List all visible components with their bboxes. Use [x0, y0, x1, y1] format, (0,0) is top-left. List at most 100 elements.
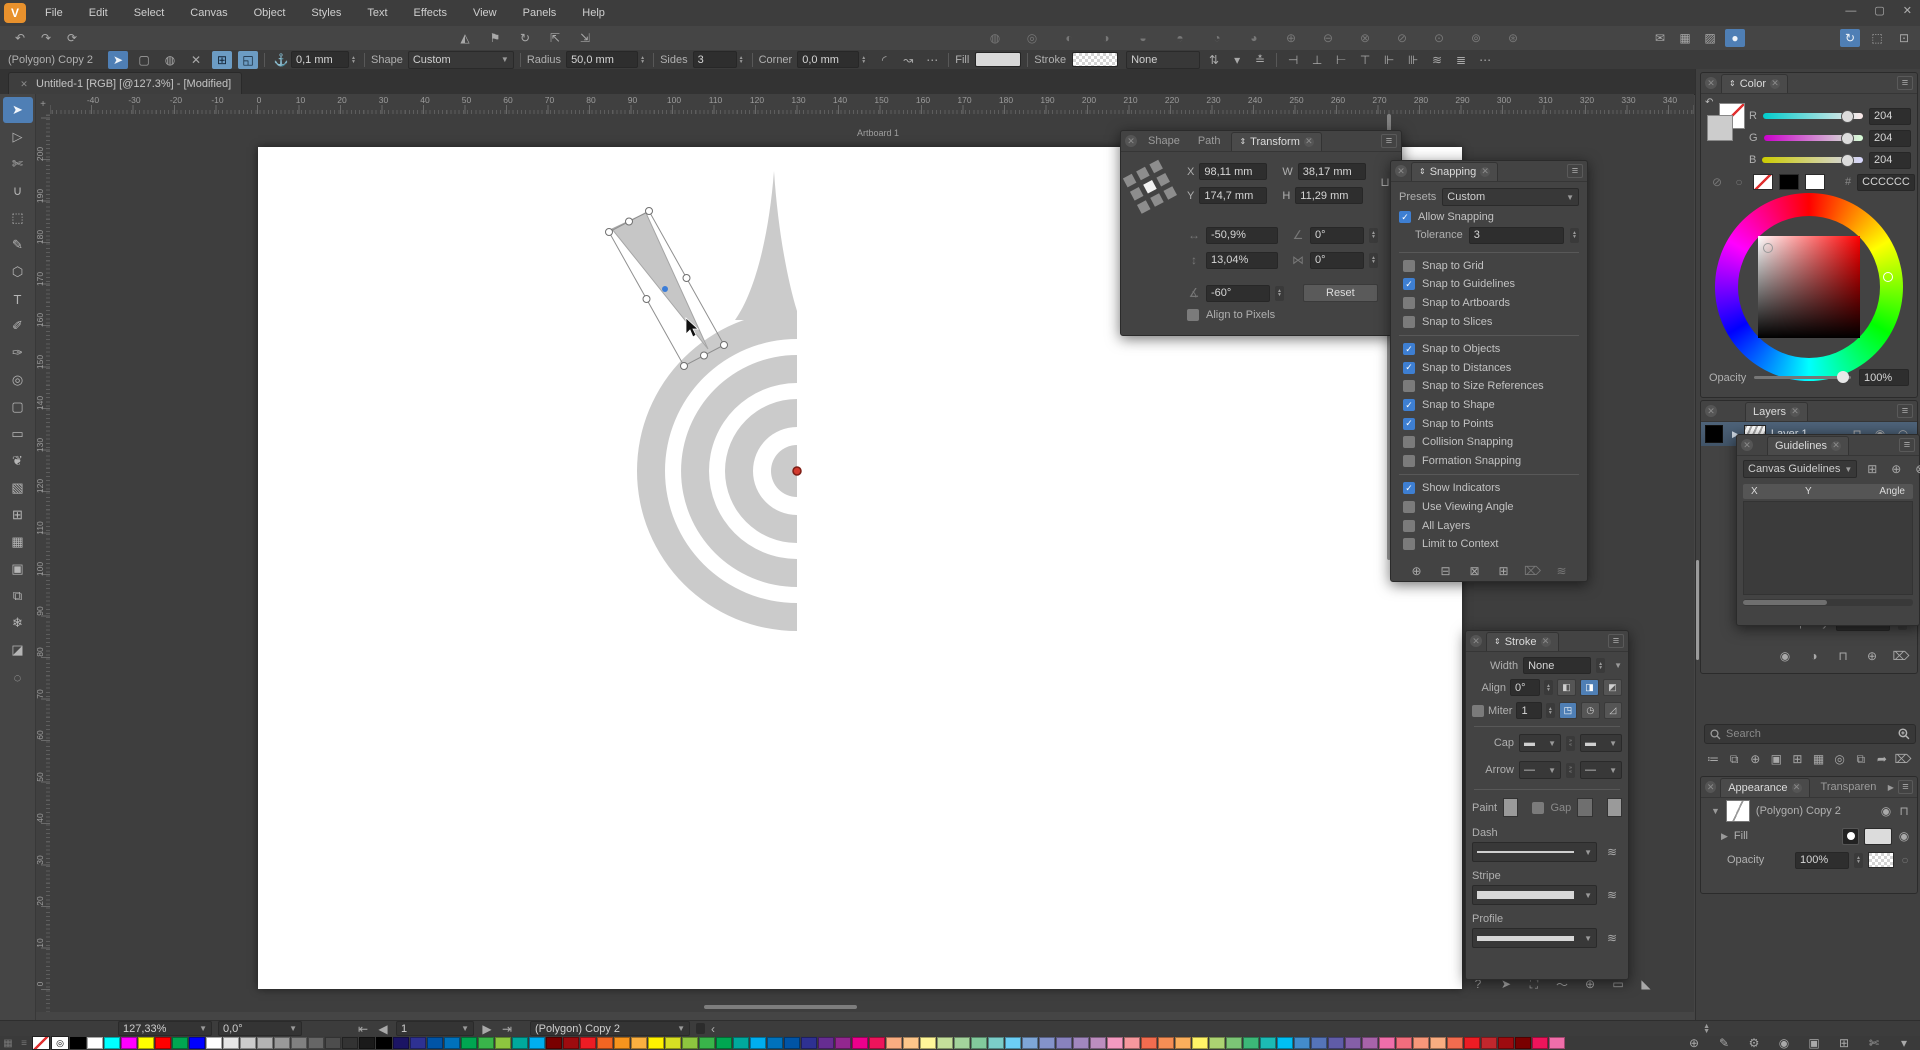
color-swatch[interactable] — [954, 1037, 970, 1049]
point-snap-icon[interactable]: ⊡ — [1894, 29, 1914, 47]
color-swatch[interactable] — [1379, 1037, 1395, 1049]
appearance-object-row[interactable]: ▼ (Polygon) Copy 2 ◉ ⊓ — [1701, 798, 1917, 824]
redo-icon[interactable]: ↷ — [36, 29, 56, 47]
zoom-search-icon[interactable] — [1898, 728, 1910, 740]
geometry-combine-icon[interactable]: ◒ — [1133, 29, 1153, 47]
column-header-x[interactable]: X — [1743, 486, 1797, 497]
geometry-separate-icon[interactable]: ◓ — [1170, 29, 1190, 47]
smooth-tool[interactable]: ▢ — [3, 394, 33, 420]
arrow-start-select[interactable]: —▼ — [1519, 761, 1561, 779]
color-swatch[interactable] — [155, 1037, 171, 1049]
color-swatch[interactable] — [495, 1037, 511, 1049]
color-swatch[interactable] — [733, 1037, 749, 1049]
fill-color-swatch[interactable] — [1864, 828, 1892, 845]
candidate-list-icon[interactable]: ⊞ — [1494, 562, 1514, 580]
width-stepper[interactable]: ▲▼ — [1596, 658, 1605, 673]
reset-button[interactable]: Reset — [1303, 284, 1378, 302]
color-swatch[interactable] — [1447, 1037, 1463, 1049]
profile-options-icon[interactable]: ≋ — [1602, 929, 1622, 947]
zoom-tool[interactable]: ◌ — [3, 664, 33, 690]
color-swatch[interactable] — [1311, 1037, 1327, 1049]
miter-checkbox[interactable] — [1472, 705, 1484, 717]
rotation-reset-icon[interactable]: ↻ — [1840, 29, 1860, 47]
all-layers-checkbox[interactable] — [1403, 520, 1415, 532]
align-right-icon[interactable]: ⊢ — [1331, 51, 1351, 69]
move-front-icon[interactable]: ⊗ — [1355, 29, 1375, 47]
align-inside-button[interactable]: ◧ — [1557, 679, 1576, 696]
snap-to-objects-checkbox[interactable]: ✓ — [1403, 343, 1415, 355]
panel-close-icon[interactable]: ✕ — [1705, 781, 1716, 793]
align-field[interactable]: 0° — [1510, 679, 1540, 696]
snap-to-artboards-checkbox[interactable] — [1403, 297, 1415, 309]
maximize-button[interactable]: ▢ — [1874, 4, 1884, 17]
symmetry-icon[interactable]: ⊙ — [1429, 29, 1449, 47]
menu-panels[interactable]: Panels — [510, 0, 570, 26]
trash-icon[interactable]: ⌦ — [1893, 750, 1913, 768]
color-swatch[interactable] — [563, 1037, 579, 1049]
outline-mode-icon[interactable]: ✉ — [1650, 29, 1670, 47]
sync-icon[interactable]: ⟳ — [62, 29, 82, 47]
color-swatch[interactable] — [478, 1037, 494, 1049]
copy-style-icon[interactable]: ⧉ — [1851, 750, 1871, 768]
dock-scrollbar[interactable] — [1696, 560, 1699, 660]
color-swatch[interactable] — [1209, 1037, 1225, 1049]
color-swatch[interactable] — [716, 1037, 732, 1049]
move-tool-button[interactable]: ➤ — [108, 51, 128, 69]
column-header-angle[interactable]: Angle — [1851, 486, 1913, 497]
color-swatch[interactable] — [240, 1037, 256, 1049]
trash-icon[interactable]: ⌦ — [1891, 647, 1911, 665]
corner-bake-icon[interactable]: ↝ — [898, 51, 918, 69]
color-swatch[interactable] — [546, 1037, 562, 1049]
none-swatch[interactable] — [1753, 174, 1773, 190]
menu-effects[interactable]: Effects — [401, 0, 460, 26]
tab-color[interactable]: ⇕ Color✕ — [1721, 74, 1788, 93]
color-swatch[interactable] — [376, 1037, 392, 1049]
menu-view[interactable]: View — [460, 0, 510, 26]
panel-menu-icon[interactable]: ≡ — [1897, 76, 1913, 90]
menu-object[interactable]: Object — [241, 0, 299, 26]
insert-behind-icon[interactable]: ◔ — [1207, 29, 1227, 47]
geometry-divide-icon[interactable]: ◑ — [1096, 29, 1116, 47]
color-swatch[interactable] — [257, 1037, 273, 1049]
appearance-opacity-row[interactable]: Opacity 100% ▲▼ ○ — [1701, 848, 1917, 872]
color-swatch[interactable] — [1226, 1037, 1242, 1049]
cap-swap-icon[interactable]: »« — [1566, 736, 1575, 751]
duplicate-icon[interactable]: ⊘ — [1392, 29, 1412, 47]
insert-inside-icon[interactable]: ◕ — [1244, 29, 1264, 47]
settings-icon[interactable]: ⚙ — [1744, 1034, 1764, 1050]
color-swatch[interactable] — [1396, 1037, 1412, 1049]
contour-tool[interactable]: ✄ — [3, 151, 33, 177]
color-swatch[interactable] — [1277, 1037, 1293, 1049]
geometry-subtract-icon[interactable]: ◎ — [1022, 29, 1042, 47]
panel-menu-icon[interactable]: ≡ — [1608, 634, 1624, 648]
corner-round-icon[interactable]: ◜ — [874, 51, 894, 69]
color-swatch[interactable] — [291, 1037, 307, 1049]
color-swatch[interactable] — [869, 1037, 885, 1049]
color-swatch[interactable] — [461, 1037, 477, 1049]
presets-select[interactable]: Custom▼ — [1442, 188, 1579, 206]
mirror-icon[interactable]: ⊚ — [1466, 29, 1486, 47]
nudge-stepper[interactable]: ▲▼ — [349, 52, 358, 67]
mesh-tool[interactable]: ⊞ — [3, 502, 33, 528]
use-viewing-angle-checkbox[interactable] — [1403, 501, 1415, 513]
bullseye-shape[interactable] — [637, 171, 797, 631]
channel-B-slider[interactable] — [1762, 157, 1863, 163]
zoom-level-select[interactable]: 127,33%▼ — [118, 1021, 212, 1036]
grid-icon[interactable]: ▦ — [1809, 750, 1829, 768]
color-swatch[interactable] — [1515, 1037, 1531, 1049]
color-swatch[interactable] — [665, 1037, 681, 1049]
wheel-sv-marker[interactable] — [1763, 243, 1773, 253]
fill-swatch[interactable] — [975, 52, 1021, 67]
page-select[interactable]: 1▼ — [396, 1021, 474, 1036]
color-swatch[interactable] — [1481, 1037, 1497, 1049]
minimize-button[interactable]: — — [1845, 5, 1856, 17]
snap-to-size-references-checkbox[interactable] — [1403, 380, 1415, 392]
x-field[interactable]: 98,11 mm — [1199, 163, 1267, 180]
cap-start-select[interactable]: ▬▼ — [1519, 734, 1561, 752]
pixel-grid-icon[interactable]: ▦ — [1675, 29, 1695, 47]
menu-text[interactable]: Text — [354, 0, 400, 26]
width-field[interactable]: None — [1523, 657, 1591, 674]
scissors-icon[interactable]: ✄ — [1864, 1034, 1884, 1050]
panel-menu-icon[interactable]: ≡ — [1899, 438, 1915, 452]
color-swatch[interactable] — [1498, 1037, 1514, 1049]
